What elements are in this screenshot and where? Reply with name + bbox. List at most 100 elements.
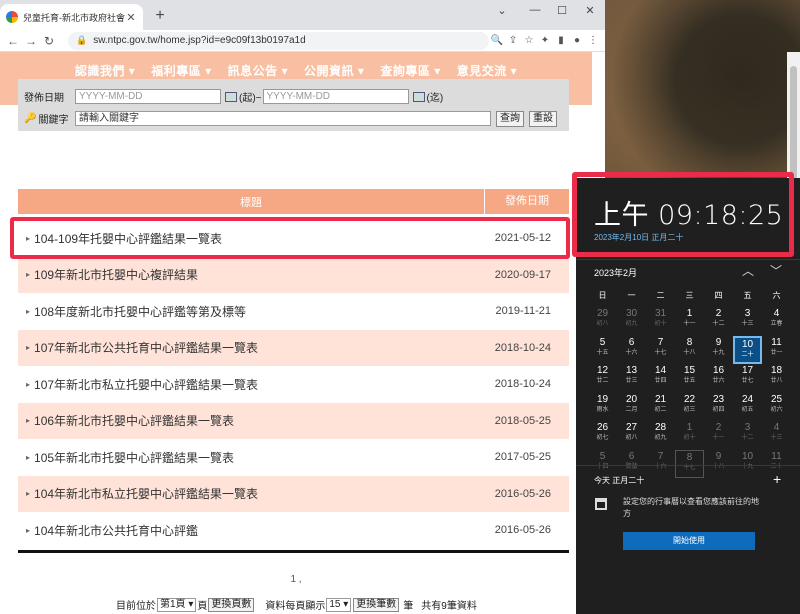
- calendar-day[interactable]: 30 初九: [617, 307, 646, 336]
- table-row[interactable]: ▸ 109年新北市托嬰中心複評結果 2020-09-17: [18, 256, 569, 293]
- get-started-button[interactable]: 開始使用: [623, 532, 755, 550]
- calendar-day[interactable]: 23 初四: [704, 393, 733, 422]
- row-title-link[interactable]: 109年新北市托嬰中心複評結果: [34, 266, 479, 283]
- calendar-day[interactable]: 12 廿二: [588, 364, 617, 393]
- table-row[interactable]: ▸ 104年新北市私立托嬰中心評鑑結果一覽表 2016-05-26: [18, 475, 569, 512]
- calendar-day[interactable]: 8 十八: [675, 336, 704, 365]
- extensions-icon[interactable]: ✦: [537, 35, 553, 46]
- calendar-day[interactable]: 2 十二: [704, 307, 733, 336]
- calendar-day[interactable]: 31 初十: [646, 307, 675, 336]
- row-title-link[interactable]: 104年新北市公共托育中心評鑑: [34, 522, 479, 539]
- calendar-day[interactable]: 24 初五: [733, 393, 762, 422]
- calendar-day[interactable]: 19 雨水: [588, 393, 617, 422]
- calendar-day-today[interactable]: 10 二十: [733, 335, 762, 364]
- row-title-link[interactable]: 106年新北市托嬰中心評鑑結果一覽表: [34, 412, 479, 429]
- calendar-day[interactable]: 14 廿四: [646, 364, 675, 393]
- back-icon[interactable]: ←: [4, 34, 22, 48]
- nav-about[interactable]: 認識我們 ▾: [75, 62, 135, 79]
- browser-tab[interactable]: 兒童托育-新北市政府社會局 ✕: [0, 4, 143, 30]
- table-row[interactable]: ▸ 105年新北市托嬰中心評鑑結果一覽表 2017-05-25: [18, 439, 569, 476]
- calendar-day[interactable]: 6 十六: [617, 336, 646, 365]
- calendar-day[interactable]: 5 十四: [588, 450, 617, 479]
- calendar-day[interactable]: 18 廿八: [762, 364, 791, 393]
- tab-search-icon[interactable]: ⌄: [492, 4, 512, 17]
- table-row[interactable]: ▸ 106年新北市托嬰中心評鑑結果一覽表 2018-05-25: [18, 402, 569, 439]
- change-count-button[interactable]: 更換筆數: [353, 597, 400, 612]
- row-title-link[interactable]: 108年度新北市托嬰中心評鑑等第及標等: [34, 303, 479, 320]
- table-row[interactable]: ▸ 107年新北市私立托嬰中心評鑑結果一覽表 2018-10-24: [18, 366, 569, 403]
- calendar-day[interactable]: 7 十七: [646, 336, 675, 365]
- calendar-day[interactable]: 16 廿六: [704, 364, 733, 393]
- row-title-link[interactable]: 105年新北市托嬰中心評鑑結果一覽表: [34, 449, 479, 466]
- calendar-day[interactable]: 28 初九: [646, 421, 675, 450]
- table-row[interactable]: ▸ 104年新北市公共托育中心評鑑 2016-05-26: [18, 512, 569, 549]
- close-tab-icon[interactable]: ✕: [125, 11, 137, 24]
- calendar-day[interactable]: 2 十一: [704, 421, 733, 450]
- new-tab-icon[interactable]: +: [151, 7, 169, 25]
- sidepanel-icon[interactable]: ▮: [553, 35, 569, 46]
- page-select[interactable]: 第1頁 ▾: [157, 597, 197, 612]
- row-title-link[interactable]: 107年新北市私立托嬰中心評鑑結果一覽表: [34, 376, 479, 393]
- keyword-input[interactable]: 請輸入關鍵字: [75, 111, 491, 126]
- calendar-day[interactable]: 29 初八: [588, 307, 617, 336]
- weekday-label: 六: [772, 291, 781, 300]
- calendar-day[interactable]: 9 十八: [704, 450, 733, 479]
- calendar-day[interactable]: 4 立春: [762, 307, 791, 336]
- calendar-day[interactable]: 25 初六: [762, 393, 791, 422]
- calendar-day[interactable]: 3 十三: [733, 307, 762, 336]
- calendar-day[interactable]: 22 初三: [675, 393, 704, 422]
- nav-feedback[interactable]: 意見交流 ▾: [457, 62, 517, 79]
- share-icon[interactable]: ⇪: [505, 35, 521, 46]
- calendar-icon[interactable]: [412, 91, 425, 102]
- calendar-day[interactable]: 3 十二: [733, 421, 762, 450]
- calendar-day[interactable]: 1 十一: [675, 307, 704, 336]
- minimize-icon[interactable]: —: [525, 4, 545, 16]
- bookmark-star-icon[interactable]: ☆: [521, 35, 537, 46]
- add-event-icon[interactable]: +: [773, 471, 781, 487]
- search-button[interactable]: 查詢: [496, 110, 524, 127]
- calendar-icon[interactable]: [225, 91, 237, 102]
- calendar-day[interactable]: 7 十六: [646, 450, 675, 479]
- calendar-day[interactable]: 11 廿一: [762, 336, 791, 365]
- reload-icon[interactable]: ↻: [40, 34, 58, 48]
- reset-button[interactable]: 重設: [529, 110, 557, 127]
- calendar-day[interactable]: 20 二月: [617, 393, 646, 422]
- start-date-input[interactable]: YYYY-MM-DD: [75, 89, 221, 104]
- forward-icon[interactable]: →: [22, 34, 40, 48]
- calendar-day[interactable]: 17 廿七: [733, 364, 762, 393]
- row-title-link[interactable]: 107年新北市公共托育中心評鑑結果一覽表: [34, 339, 479, 356]
- calendar-day[interactable]: 26 初七: [588, 421, 617, 450]
- menu-kebab-icon[interactable]: ⋮: [585, 35, 601, 46]
- change-page-button[interactable]: 更換頁數: [208, 597, 255, 612]
- close-window-icon[interactable]: ✕: [580, 4, 600, 17]
- nav-welfare[interactable]: 福利專區 ▾: [151, 62, 211, 79]
- nav-public-info[interactable]: 公開資訊 ▾: [304, 62, 364, 79]
- calendar-day[interactable]: 9 十九: [704, 336, 733, 365]
- calendar-day[interactable]: 15 廿五: [675, 364, 704, 393]
- nav-news[interactable]: 訊息公告 ▾: [228, 62, 288, 79]
- calendar-day[interactable]: 1 初十: [675, 421, 704, 450]
- row-title-link[interactable]: 104年新北市私立托嬰中心評鑑結果一覽表: [34, 485, 479, 502]
- profile-avatar-icon[interactable]: ●: [569, 35, 585, 46]
- nav-query[interactable]: 查詢專區 ▾: [380, 62, 440, 79]
- end-date-input[interactable]: YYYY-MM-DD: [262, 89, 409, 104]
- calendar-day[interactable]: 21 初二: [646, 393, 675, 422]
- table-row[interactable]: ▸ 107年新北市公共托育中心評鑑結果一覽表 2018-10-24: [18, 329, 569, 366]
- calendar-day[interactable]: 4 十三: [762, 421, 791, 450]
- chevron-up-icon[interactable]: ︿: [742, 262, 754, 279]
- table-row[interactable]: ▸ 108年度新北市托嬰中心評鑑等第及標等 2019-11-21: [18, 293, 569, 330]
- url-field[interactable]: 🔒 sw.ntpc.gov.tw/home.jsp?id=e9c09f13b01…: [68, 31, 489, 50]
- calendar-day[interactable]: 5 十五: [588, 336, 617, 365]
- calendar-week: 26 初七 27 初八 28 初九 1 初十 2 十一 3 十二 4 十三: [588, 421, 792, 450]
- calendar-month[interactable]: 2023年2月: [594, 266, 637, 279]
- calendar-day[interactable]: 10 十九: [733, 450, 762, 479]
- maximize-icon[interactable]: ☐: [552, 4, 572, 17]
- chevron-down-icon[interactable]: ﹀: [770, 262, 782, 279]
- calendar-day[interactable]: 27 初八: [617, 421, 646, 450]
- page-number-links[interactable]: 1 ,: [0, 574, 592, 585]
- calendar-day[interactable]: 13 廿三: [617, 364, 646, 393]
- zoom-icon[interactable]: 🔍: [489, 35, 505, 46]
- per-page-select[interactable]: 15 ▾: [326, 597, 352, 612]
- calendar-day[interactable]: 8 十七: [675, 449, 704, 478]
- calendar-day[interactable]: 6 驚蟄: [617, 450, 646, 479]
